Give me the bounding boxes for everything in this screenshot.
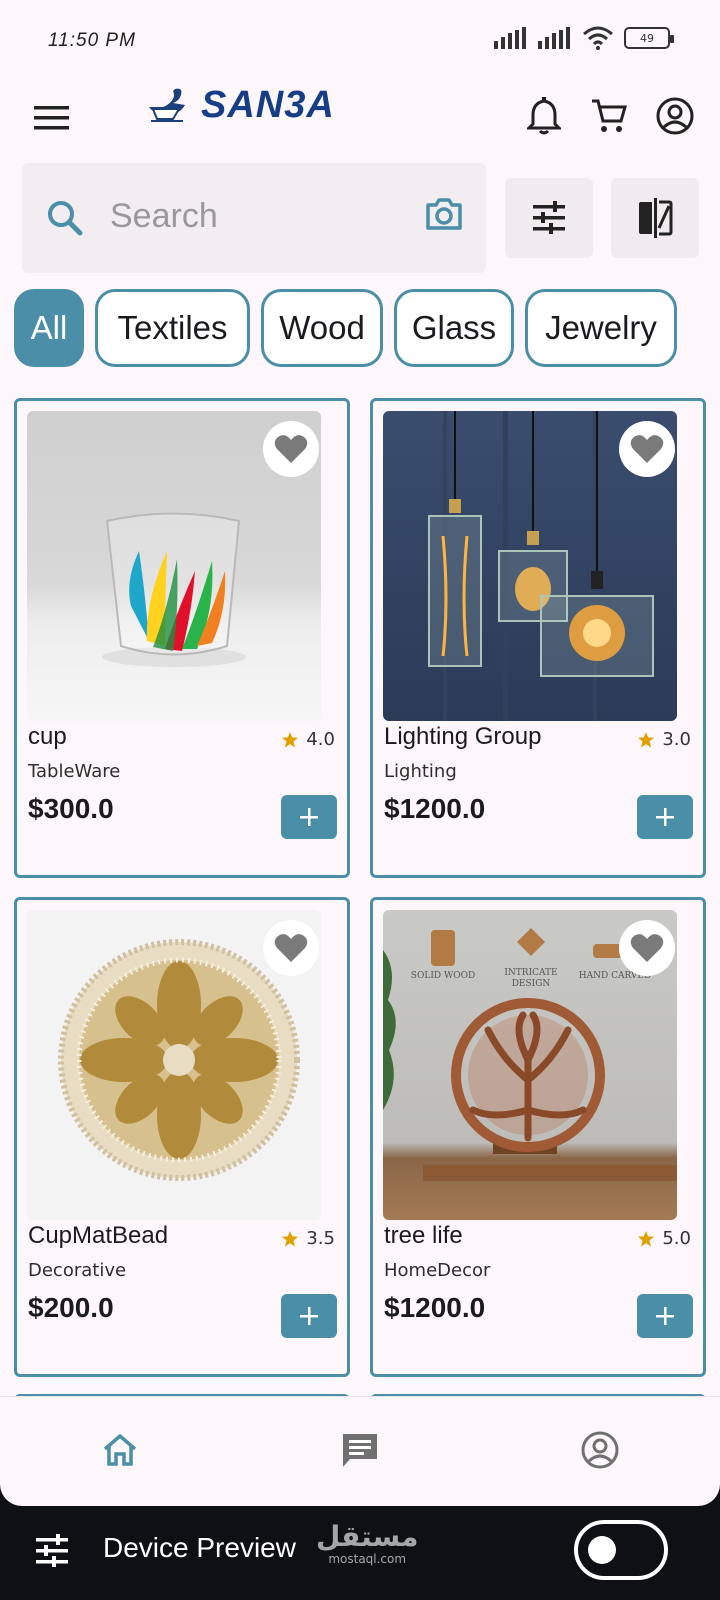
swan-logo-icon	[149, 88, 185, 122]
heart-icon	[274, 435, 308, 463]
device-preview-bar: Device Preview مستقل mostaql.com	[0, 1506, 720, 1600]
heart-icon	[274, 934, 308, 962]
watermark-url: mostaql.com	[328, 1552, 407, 1566]
rating-value: 4.0	[306, 729, 335, 750]
favorite-button[interactable]	[619, 920, 675, 976]
menu-button[interactable]	[30, 96, 74, 140]
star-icon	[638, 731, 655, 747]
status-bar: 11:50 PM 49	[0, 0, 720, 80]
search-placeholder: Search	[110, 197, 218, 235]
nav-chat[interactable]	[335, 1425, 385, 1475]
device-preview-label: Device Preview	[103, 1532, 296, 1563]
rating-value: 3.5	[306, 1228, 335, 1249]
favorite-button[interactable]	[263, 920, 319, 976]
search-input[interactable]: Search	[22, 163, 486, 273]
add-to-cart-button[interactable]	[637, 795, 693, 839]
product-name: tree life	[384, 1222, 463, 1249]
plus-icon	[656, 1307, 674, 1325]
product-name: Lighting Group	[384, 723, 542, 750]
tune-icon	[533, 201, 565, 234]
watermark-text: مستقل	[316, 1520, 419, 1553]
compare-button[interactable]	[611, 178, 699, 258]
add-to-cart-button[interactable]	[281, 1294, 337, 1338]
tune-icon[interactable]	[34, 1534, 70, 1568]
heart-icon	[630, 435, 664, 463]
chip-textiles[interactable]: Textiles	[95, 289, 250, 367]
cart-icon	[592, 99, 627, 132]
product-price: $1200.0	[384, 793, 486, 824]
image-label: DESIGN	[512, 979, 551, 989]
category-chips: All Textiles Wood Glass Jewelry	[14, 289, 677, 367]
menu-icon	[34, 106, 69, 130]
favorite-button[interactable]	[619, 421, 675, 477]
image-label: SOLID WOOD	[411, 971, 475, 981]
rating-value: 3.0	[662, 729, 691, 750]
image-label: INTRICATE	[504, 968, 557, 978]
product-name: CupMatBead	[28, 1222, 169, 1249]
wifi-icon	[583, 26, 613, 50]
heart-icon	[630, 934, 664, 962]
star-icon	[282, 731, 299, 747]
bottom-navigation	[0, 1396, 720, 1506]
app-header: SAN3A	[0, 80, 720, 170]
signal-icon	[538, 27, 570, 49]
camera-icon[interactable]	[424, 196, 464, 232]
chip-glass[interactable]: Glass	[394, 289, 514, 367]
bell-icon	[527, 97, 561, 135]
status-icons: 49	[494, 26, 674, 50]
chip-all[interactable]: All	[14, 289, 84, 367]
home-icon	[103, 1434, 137, 1466]
toggle-knob	[588, 1536, 616, 1564]
signal-icon	[494, 27, 526, 49]
app-logo: SAN3A	[145, 84, 335, 127]
account-circle-icon	[656, 97, 694, 135]
product-name: cup	[28, 723, 67, 750]
product-category: HomeDecor	[384, 1260, 491, 1281]
product-card[interactable]: cup 4.0 TableWare $300.0	[14, 398, 350, 878]
cart-button[interactable]	[587, 94, 631, 138]
product-price: $1200.0	[384, 1292, 486, 1323]
product-card[interactable]: SOLID WOOD INTRICATE DESIGN HAND CARVED …	[370, 897, 706, 1377]
favorite-button[interactable]	[263, 421, 319, 477]
nav-profile[interactable]	[575, 1425, 625, 1475]
chip-wood[interactable]: Wood	[261, 289, 383, 367]
battery-icon: 49	[624, 27, 674, 49]
search-icon	[48, 201, 83, 236]
device-preview-toggle[interactable]	[574, 1520, 668, 1580]
status-time: 11:50 PM	[48, 30, 136, 51]
compare-icon	[639, 198, 673, 238]
logo-text: SAN3A	[201, 84, 335, 126]
add-to-cart-button[interactable]	[637, 1294, 693, 1338]
nav-home[interactable]	[95, 1425, 145, 1475]
plus-icon	[656, 808, 674, 826]
product-price: $200.0	[28, 1292, 114, 1323]
add-to-cart-button[interactable]	[281, 795, 337, 839]
star-icon	[282, 1230, 299, 1246]
filter-button[interactable]	[505, 178, 593, 258]
product-rating: 4.0	[282, 729, 335, 750]
watermark: مستقل mostaql.com	[316, 1520, 419, 1567]
notifications-button[interactable]	[522, 94, 566, 138]
chip-jewelry[interactable]: Jewelry	[525, 289, 677, 367]
plus-icon	[300, 808, 318, 826]
product-category: Decorative	[28, 1260, 127, 1281]
rating-value: 5.0	[662, 1228, 691, 1249]
profile-icon	[581, 1431, 619, 1469]
product-card[interactable]: Lighting Group 3.0 Lighting $1200.0	[370, 398, 706, 878]
star-icon	[638, 1230, 655, 1246]
product-rating: 3.0	[638, 729, 691, 750]
product-rating: 3.5	[282, 1228, 335, 1249]
plus-icon	[300, 1307, 318, 1325]
product-rating: 5.0	[638, 1228, 691, 1249]
battery-level: 49	[640, 31, 654, 45]
product-price: $300.0	[28, 793, 114, 824]
account-button[interactable]	[653, 94, 697, 138]
product-category: TableWare	[28, 761, 121, 782]
chat-icon	[343, 1434, 377, 1467]
product-category: Lighting	[384, 761, 457, 782]
product-card[interactable]: CupMatBead 3.5 Decorative $200.0	[14, 897, 350, 1377]
